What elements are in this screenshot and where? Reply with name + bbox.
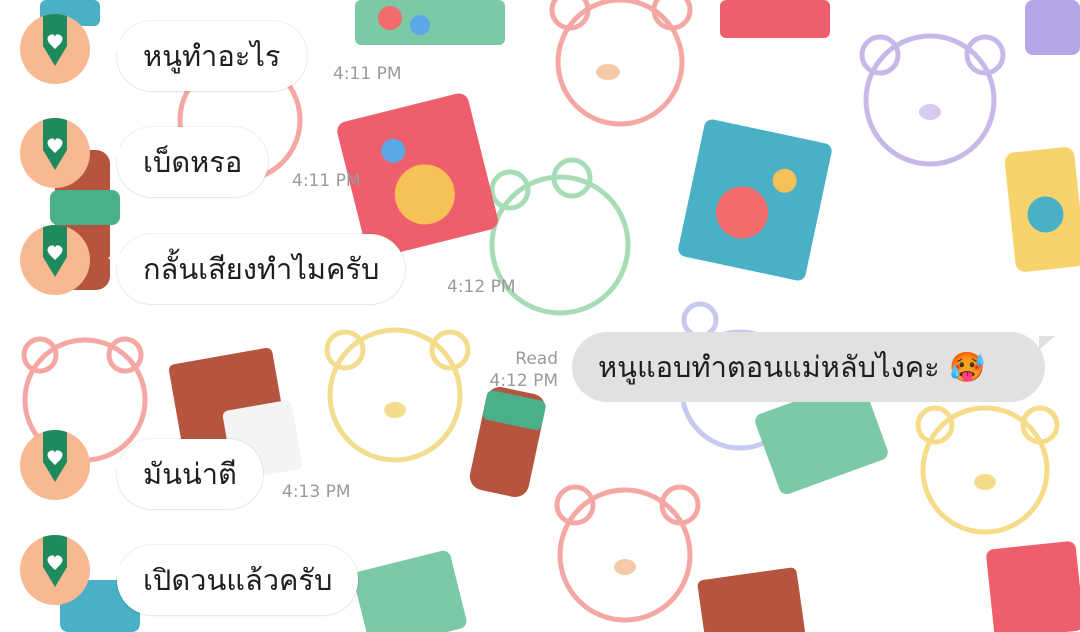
message-bubble[interactable]: เบ็ดหรอ (107, 127, 269, 197)
message-bubble[interactable]: มันน่าตี (108, 439, 263, 509)
message-timestamp: 4:11 PM (292, 171, 361, 191)
green-pencil-heart-icon (43, 14, 67, 66)
green-pencil-heart-icon (43, 535, 67, 587)
message-timestamp: 4:12 PM (447, 277, 516, 297)
contact-avatar[interactable] (20, 535, 90, 605)
message-timestamp: 4:11 PM (333, 64, 402, 84)
contact-avatar[interactable] (20, 118, 90, 188)
message-bubble[interactable]: เปิดวนแล้วครับ (107, 545, 359, 615)
message-timestamp: 4:12 PM (489, 371, 559, 391)
contact-avatar[interactable] (20, 430, 90, 500)
green-pencil-heart-icon (43, 225, 67, 277)
contact-avatar[interactable] (20, 14, 90, 84)
green-pencil-heart-icon (43, 430, 67, 482)
message-bubble[interactable]: หนูทำอะไร (108, 21, 307, 91)
message-bubble[interactable]: หนูแอบทำตอนแม่หลับไงคะ 🥵 (572, 332, 1055, 402)
message-bubble[interactable]: กลั้นเสียงทำไมครับ (107, 234, 406, 304)
message-timestamp: 4:13 PM (282, 482, 351, 502)
green-pencil-heart-icon (43, 118, 67, 170)
contact-avatar[interactable] (20, 225, 90, 295)
read-receipt: Read 4:12 PM (480, 348, 559, 392)
chat-thread: หนูทำอะไร 4:11 PM เบ็ดหรอ 4:11 PM กลั้นเ… (0, 0, 1080, 632)
read-status: Read (515, 349, 558, 369)
